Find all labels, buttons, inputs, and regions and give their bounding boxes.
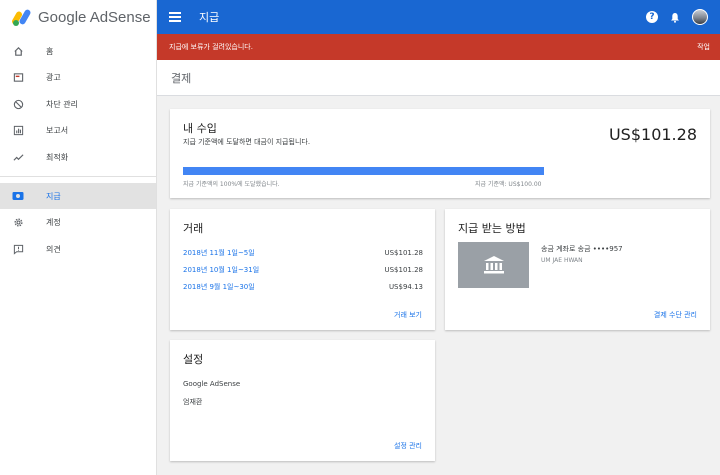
top-bar-actions: ? (646, 9, 720, 25)
app-name: Google AdSense (38, 8, 151, 26)
sidebar-item-ads[interactable]: 광고 (0, 65, 156, 91)
manage-settings-link[interactable]: 설정 관리 (394, 441, 422, 451)
top-bar-title: 지급 (199, 11, 220, 24)
transaction-period-link[interactable]: 2018년 10월 1일~31일 (183, 265, 259, 275)
transaction-amount: US$101.28 (384, 266, 423, 274)
feedback-icon (12, 243, 24, 255)
alert-action-button[interactable]: 작업 (697, 42, 720, 52)
top-app-bar: 지급 ? (157, 0, 720, 34)
earnings-title: 내 수입 (183, 122, 217, 135)
threshold-progress-fill (183, 167, 544, 175)
payment-threshold: 지급 기준액: US$100.00 (475, 181, 542, 188)
sidebar-nav: 홈 광고 차단 관리 보고서 최적화 지급 계정 의견 (0, 34, 156, 262)
transaction-period-link[interactable]: 2018년 9월 1일~30일 (183, 282, 255, 292)
earnings-card: 내 수입 지급 기준액에 도달하면 대금이 지급됩니다. US$101.28 지… (170, 109, 710, 198)
sidebar-item-label: 의견 (46, 244, 61, 254)
ads-icon (12, 72, 24, 84)
threshold-progress-bar (183, 167, 544, 175)
earnings-description: 지급 기준액에 도달하면 대금이 지급됩니다. (183, 138, 311, 146)
sidebar-item-label: 지급 (46, 191, 61, 201)
table-row: 2018년 10월 1일~31일 US$101.28 (183, 265, 423, 275)
menu-icon[interactable] (169, 12, 181, 22)
progress-message: 지급 기준액의 100%에 도달했습니다. (183, 181, 280, 188)
sidebar-item-label: 계정 (46, 218, 61, 227)
earnings-amount: US$101.28 (608, 125, 697, 144)
bell-icon[interactable] (670, 12, 680, 23)
help-icon[interactable]: ? (646, 11, 658, 23)
bank-icon (458, 242, 529, 288)
logo[interactable]: Google AdSense (0, 0, 156, 34)
account-holder: UM JAE HWAN (541, 257, 583, 264)
alert-message: 지급에 보류가 걸려있습니다. (169, 43, 253, 51)
sidebar: Google AdSense 홈 광고 차단 관리 보고서 최적화 지급 계정 … (0, 0, 157, 475)
payment-hold-alert: 지급에 보류가 걸려있습니다. 작업 (157, 34, 720, 60)
page-title: 결제 (171, 71, 192, 85)
sidebar-item-home[interactable]: 홈 (0, 38, 156, 64)
block-icon (12, 98, 24, 110)
sidebar-item-block-management[interactable]: 차단 관리 (0, 91, 156, 117)
avatar[interactable] (692, 9, 708, 25)
table-row: 2018년 9월 1일~30일 US$94.13 (183, 282, 423, 292)
transaction-amount: US$94.13 (388, 283, 423, 291)
settings-card: 설정 Google AdSense 엄재환 설정 관리 (170, 340, 435, 461)
sidebar-item-feedback[interactable]: 의견 (0, 236, 156, 262)
sidebar-item-optimization[interactable]: 최적화 (0, 144, 156, 170)
manage-payment-methods-link[interactable]: 결제 수단 관리 (654, 310, 697, 320)
gear-icon (12, 217, 24, 229)
sidebar-item-account[interactable]: 계정 (0, 210, 156, 236)
sidebar-item-payments[interactable]: 지급 (0, 183, 156, 209)
transactions-title: 거래 (183, 222, 204, 235)
settings-name: 엄재환 (183, 398, 203, 406)
payment-method-title: 지급 받는 방법 (458, 222, 526, 235)
adsense-logo-icon (12, 9, 31, 26)
view-transactions-link[interactable]: 거래 보기 (394, 310, 422, 320)
transaction-period-link[interactable]: 2018년 11월 1일~5일 (183, 248, 255, 258)
sidebar-item-label: 보고서 (46, 126, 69, 135)
sidebar-item-reports[interactable]: 보고서 (0, 118, 156, 144)
sidebar-divider (0, 176, 156, 177)
transactions-card: 거래 2018년 11월 1일~5일 US$101.28 2018년 10월 1… (170, 209, 435, 330)
payment-method-card: 지급 받는 방법 송금 계좌로 송금 ••••957 UM JAE HWAN 결… (445, 209, 710, 330)
sidebar-item-label: 광고 (46, 73, 61, 82)
table-row: 2018년 11월 1일~5일 US$101.28 (183, 248, 423, 258)
payments-icon (12, 190, 24, 202)
reports-icon (12, 125, 24, 137)
optimization-icon (12, 151, 24, 163)
bank-account: 송금 계좌로 송금 ••••957 (541, 245, 623, 253)
sidebar-item-label: 홈 (46, 46, 54, 56)
sidebar-item-label: 차단 관리 (46, 99, 78, 109)
settings-product: Google AdSense (183, 380, 241, 388)
page-title-bar: 결제 (157, 60, 720, 96)
home-icon (12, 45, 24, 57)
sidebar-item-label: 최적화 (46, 152, 69, 162)
transaction-amount: US$101.28 (384, 249, 423, 257)
settings-title: 설정 (183, 353, 204, 366)
